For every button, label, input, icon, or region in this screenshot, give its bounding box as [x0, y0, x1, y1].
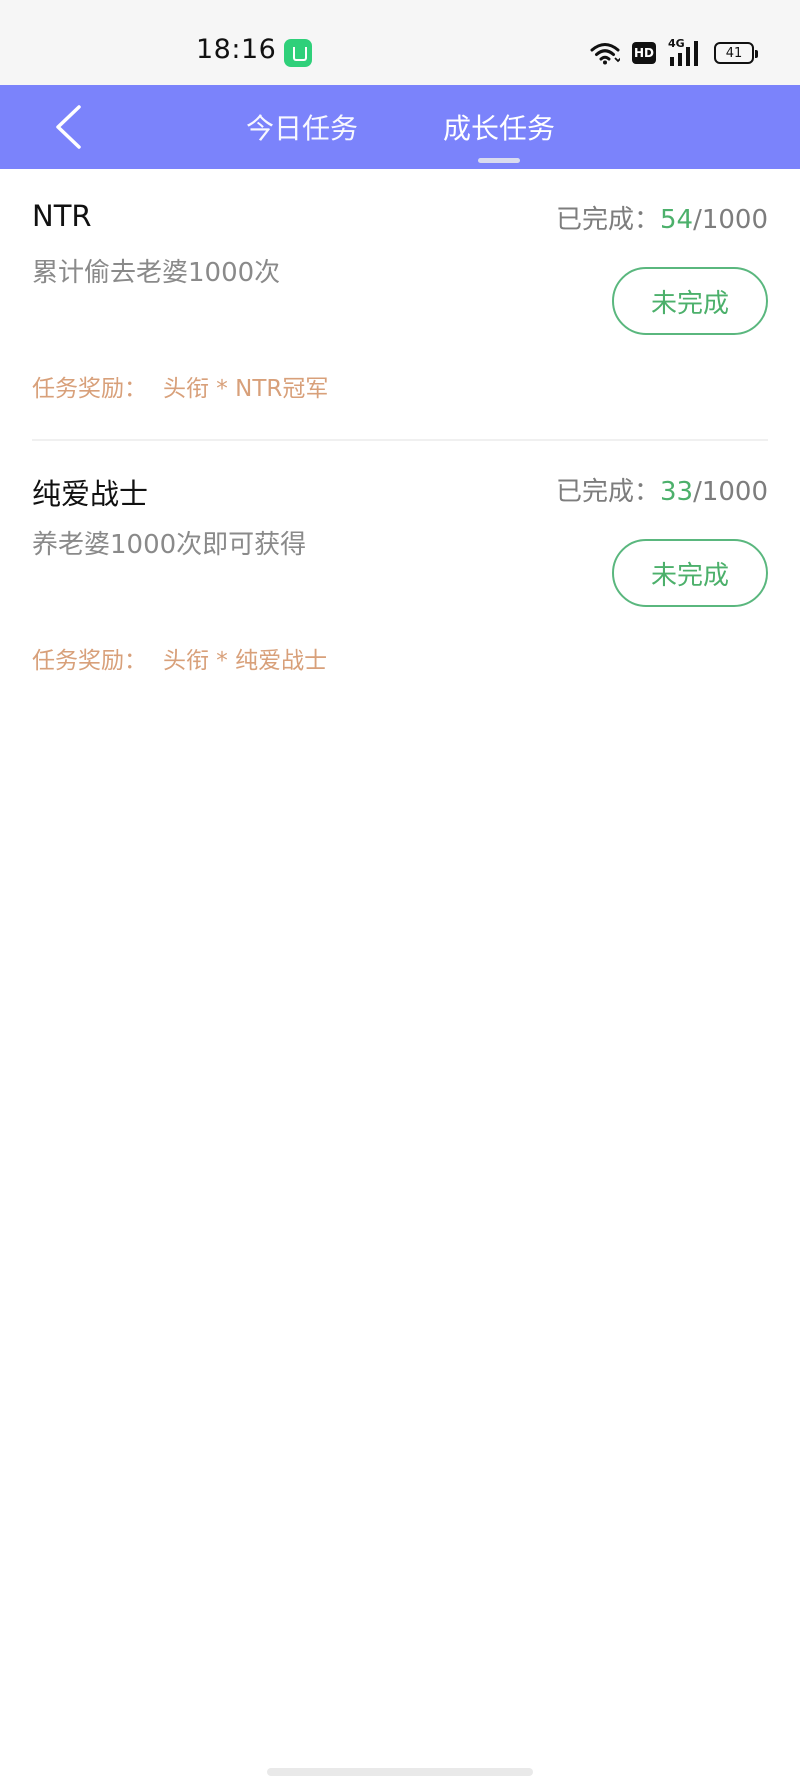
header-nav: 今日任务 成长任务 — [0, 85, 800, 169]
task-title: 纯爱战士 — [32, 477, 149, 511]
battery-level: 41 — [725, 45, 743, 61]
back-button[interactable] — [40, 99, 96, 155]
task-reward: 任务奖励： 头衔 * NTR冠军 — [32, 369, 328, 403]
wifi-icon — [590, 43, 620, 65]
hd-icon: HD — [632, 42, 656, 64]
network-type-label: 4G — [668, 37, 685, 50]
signal-icon: 4G — [668, 37, 702, 67]
progress-total: /1000 — [693, 205, 768, 235]
task-progress: 已完成：33/1000 — [556, 471, 768, 508]
tab-growth-tasks[interactable]: 成长任务 — [443, 107, 555, 147]
progress-done-count: 33 — [659, 477, 694, 507]
progress-label: 已完成： — [555, 477, 660, 507]
active-tab-indicator — [478, 158, 520, 163]
task-description: 累计偷去老婆1000次 — [32, 258, 281, 288]
tab-today-tasks[interactable]: 今日任务 — [246, 107, 358, 147]
battery-icon: 41 — [714, 42, 758, 64]
status-bar: 18:16 HD 4G 41 — [0, 0, 800, 85]
chevron-left-icon — [56, 105, 81, 149]
task-description: 养老婆1000次即可获得 — [32, 530, 307, 560]
task-status-button[interactable]: 未完成 — [612, 267, 768, 335]
app-notification-icon — [284, 39, 312, 67]
progress-done-count: 54 — [659, 205, 694, 235]
progress-total: /1000 — [693, 477, 768, 507]
reward-label: 任务奖励： — [32, 376, 147, 402]
home-indicator[interactable] — [267, 1768, 533, 1776]
task-item: NTR 累计偷去老婆1000次 已完成：54/1000 未完成 任务奖励： 头衔 … — [0, 169, 800, 441]
task-item: 纯爱战士 养老婆1000次即可获得 已完成：33/1000 未完成 任务奖励： 头… — [0, 441, 800, 713]
task-progress: 已完成：54/1000 — [556, 199, 768, 236]
reward-value: 头衔 * 纯爱战士 — [163, 648, 328, 674]
progress-label: 已完成： — [555, 205, 660, 235]
status-icons: HD 4G 41 — [590, 37, 758, 68]
task-reward: 任务奖励： 头衔 * 纯爱战士 — [32, 641, 327, 675]
reward-label: 任务奖励： — [32, 648, 147, 674]
task-status-button[interactable]: 未完成 — [612, 539, 768, 607]
reward-value: 头衔 * NTR冠军 — [163, 376, 329, 402]
status-time: 18:16 — [196, 34, 277, 65]
task-list: NTR 累计偷去老婆1000次 已完成：54/1000 未完成 任务奖励： 头衔 … — [0, 169, 800, 713]
task-title: NTR — [32, 199, 92, 233]
